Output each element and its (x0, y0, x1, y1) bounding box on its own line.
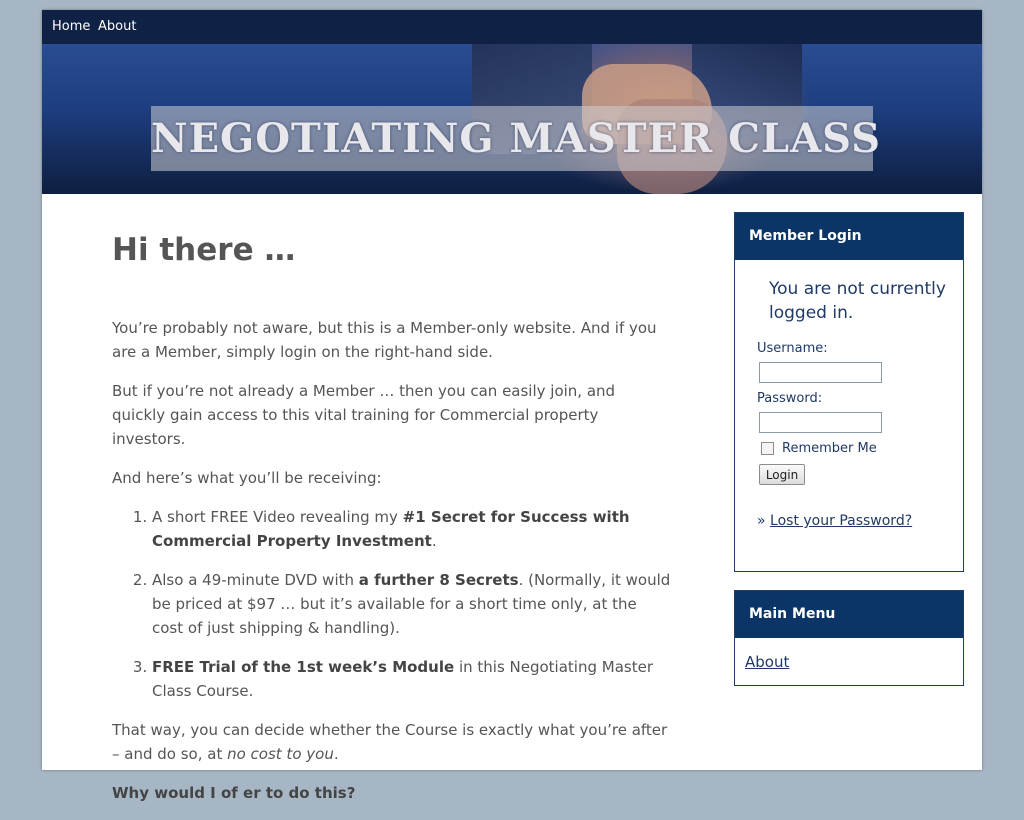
member-login-widget: Member Login You are not currently logge… (734, 212, 964, 572)
list-item: Also a 49-minute DVD with a further 8 Se… (152, 568, 672, 640)
top-navigation: Home About (42, 10, 982, 44)
login-button[interactable]: Login (759, 464, 805, 485)
nav-home-link[interactable]: Home (52, 19, 90, 34)
bullet-icon: » (757, 513, 766, 529)
username-label: Username: (757, 341, 828, 356)
lost-password-link[interactable]: Lost your Password? (770, 513, 912, 529)
header-banner: NEGOTIATING MASTER CLASS (42, 44, 982, 194)
page-title: Hi there … (112, 232, 296, 268)
nav-about-link[interactable]: About (98, 19, 136, 34)
list-item-highlight: FREE Trial of the 1st week’s Module (152, 658, 455, 676)
page-wrapper: Home About NEGOTIATING MASTER CLASS Hi t… (42, 10, 982, 802)
benefits-list: A short FREE Video revealing my #1 Secre… (112, 505, 672, 703)
list-item-text: A short FREE Video revealing my (152, 508, 403, 526)
menu-item-about[interactable]: About (745, 653, 789, 671)
paragraph-text: That way, you can decide whether the Cou… (112, 721, 668, 763)
paragraph-why: Why would I of er to do this? (112, 784, 356, 802)
remember-me-label[interactable]: Remember Me (782, 441, 877, 456)
list-item-highlight: a further 8 Secrets (358, 571, 519, 589)
list-item-text: . (431, 532, 437, 550)
list-item: A short FREE Video revealing my #1 Secre… (152, 505, 672, 553)
widget-title-member-login: Member Login (735, 213, 963, 260)
username-input[interactable] (759, 362, 882, 383)
password-label: Password: (757, 391, 823, 406)
paragraph-intro: You’re probably not aware, but this is a… (112, 319, 657, 361)
main-content: Hi there … You’re probably not aware, bu… (112, 230, 672, 820)
lost-password-row: » Lost your Password? (757, 513, 912, 529)
emphasis-text: no cost to you (227, 745, 334, 763)
widget-title-main-menu: Main Menu (735, 591, 963, 638)
site-title: NEGOTIATING MASTER CLASS (151, 115, 882, 162)
paragraph-no-cost: That way, you can decide whether the Cou… (112, 718, 672, 766)
paragraph-join: But if you’re not already a Member … the… (112, 382, 616, 448)
paragraph-text: . (333, 745, 339, 763)
remember-me-checkbox[interactable] (761, 442, 774, 455)
paragraph-receiving: And here’s what you’ll be receiving: (112, 469, 382, 487)
password-input[interactable] (759, 412, 882, 433)
login-status-message: You are not currently logged in. (769, 279, 946, 323)
main-menu-widget: Main Menu About (734, 590, 964, 686)
list-item-text: Also a 49-minute DVD with (152, 571, 359, 589)
list-item: FREE Trial of the 1st week’s Module in t… (152, 655, 672, 703)
